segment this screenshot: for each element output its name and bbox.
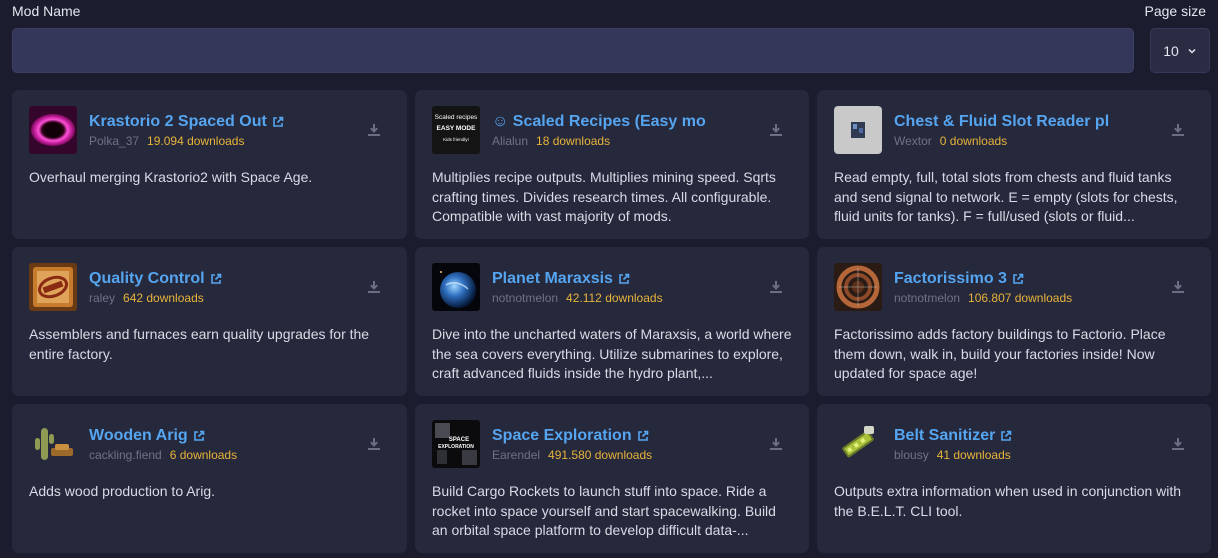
mod-title-link[interactable]: Chest & Fluid Slot Reader pl — [894, 113, 1109, 131]
external-link-icon — [637, 430, 648, 441]
mod-author[interactable]: Polka_37 — [89, 134, 139, 148]
mod-description: Outputs extra information when used in c… — [834, 483, 1182, 519]
planet-icon — [432, 263, 480, 311]
factorissimo-icon — [834, 263, 882, 311]
mod-name-label: Mod Name — [12, 3, 81, 19]
download-icon — [368, 438, 380, 450]
mod-author[interactable]: Earendel — [492, 448, 540, 462]
mod-title-link[interactable]: ☺ Scaled Recipes (Easy mo — [492, 113, 706, 131]
mod-title-link[interactable]: Quality Control — [89, 270, 222, 288]
mod-title-link[interactable]: Space Exploration — [492, 427, 649, 445]
mod-author[interactable]: raley — [89, 291, 115, 305]
form-labels: Mod Name Page size — [12, 3, 1206, 21]
external-link-icon — [1001, 430, 1012, 441]
external-link-icon — [619, 273, 630, 284]
download-icon — [1172, 438, 1184, 450]
download-button[interactable] — [366, 122, 382, 138]
chevron-down-icon — [1188, 48, 1196, 54]
download-icon — [770, 124, 782, 136]
mod-card: Quality Control raley 642 downloads Assem… — [12, 247, 407, 396]
mod-author[interactable]: notnotmelon — [492, 291, 558, 305]
mod-description: Overhaul merging Krastorio2 with Space A… — [29, 169, 313, 185]
mod-description: Assemblers and furnaces earn quality upg… — [29, 326, 370, 362]
mod-author[interactable]: blousy — [894, 448, 929, 462]
page-size-select[interactable]: 10 — [1150, 28, 1210, 73]
mod-description: Factorissimo adds factory buildings to F… — [834, 326, 1166, 381]
mod-card: Wooden Arig cackling.fiend 6 downloads Ad… — [12, 404, 407, 553]
page-size-value: 10 — [1163, 42, 1179, 59]
mod-downloads: 491.580 downloads — [548, 448, 653, 462]
mod-description: Multiplies recipe outputs. Multiplies mi… — [432, 169, 776, 224]
svg-text:Scaled recipes: Scaled recipes — [435, 114, 478, 121]
mod-name-input[interactable] — [12, 28, 1134, 73]
download-icon — [368, 281, 380, 293]
external-link-icon — [193, 430, 204, 441]
mod-downloads: 106.807 downloads — [968, 291, 1073, 305]
mod-description: Dive into the uncharted waters of Maraxs… — [432, 326, 792, 381]
download-button[interactable] — [1170, 122, 1186, 138]
svg-text:EXPLORATION: EXPLORATION — [438, 444, 474, 450]
mod-downloads: 0 downloads — [939, 134, 1008, 148]
page-size-label: Page size — [1144, 3, 1206, 19]
chest-reader-icon — [834, 106, 882, 154]
external-link-icon — [1013, 273, 1024, 284]
mod-card: Chest & Fluid Slot Reader pl Wextor 0 dow… — [817, 90, 1211, 239]
mod-author[interactable]: cackling.fiend — [89, 448, 162, 462]
quality-control-icon — [29, 263, 77, 311]
mod-card: Belt Sanitizer blousy 41 downloads Output… — [817, 404, 1211, 553]
krastorio-icon — [29, 106, 77, 154]
mod-description: Adds wood production to Arig. — [29, 483, 216, 499]
mod-card: Factorissimo 3 notnotmelon 106.807 downlo… — [817, 247, 1211, 396]
mod-downloads: 41 downloads — [936, 448, 1011, 462]
mod-title-link[interactable]: Krastorio 2 Spaced Out — [89, 113, 284, 131]
mod-title-link[interactable]: Planet Maraxsis — [492, 270, 630, 288]
svg-text:SPACE: SPACE — [449, 437, 469, 443]
cactus-icon — [29, 420, 77, 468]
belt-sanitizer-icon — [834, 420, 882, 468]
mod-author[interactable]: Wextor — [894, 134, 932, 148]
scaled-recipes-icon: Scaled recipes EASY MODE Kids friendly! — [432, 106, 480, 154]
mod-title-link[interactable]: Wooden Arig — [89, 427, 205, 445]
download-button[interactable] — [768, 279, 784, 295]
mod-card: SPACE EXPLORATION Space Exploration Eare… — [415, 404, 809, 553]
download-button[interactable] — [366, 436, 382, 452]
mod-description: Build Cargo Rockets to launch stuff into… — [432, 483, 776, 538]
download-button[interactable] — [768, 122, 784, 138]
download-button[interactable] — [768, 436, 784, 452]
mod-author[interactable]: notnotmelon — [894, 291, 960, 305]
mod-title-link[interactable]: Factorissimo 3 — [894, 270, 1024, 288]
svg-text:EASY MODE: EASY MODE — [437, 125, 477, 132]
external-link-icon — [210, 273, 221, 284]
mod-downloads: 642 downloads — [123, 291, 204, 305]
mod-card: Scaled recipes EASY MODE Kids friendly! … — [415, 90, 809, 239]
mod-downloads: 42.112 downloads — [566, 291, 663, 305]
external-link-icon — [273, 116, 284, 127]
mod-title-link[interactable]: Belt Sanitizer — [894, 427, 1012, 445]
download-icon — [368, 124, 380, 136]
mod-author[interactable]: Alialun — [492, 134, 528, 148]
download-button[interactable] — [1170, 436, 1186, 452]
download-icon — [1172, 124, 1184, 136]
mod-card: Planet Maraxsis notnotmelon 42.112 downlo… — [415, 247, 809, 396]
mod-card: Krastorio 2 Spaced Out Polka_37 19.094 do… — [12, 90, 407, 239]
download-icon — [770, 438, 782, 450]
mod-downloads: 6 downloads — [169, 448, 238, 462]
download-button[interactable] — [1170, 279, 1186, 295]
space-exploration-icon: SPACE EXPLORATION — [432, 420, 480, 468]
mod-downloads: 19.094 downloads — [147, 134, 245, 148]
svg-text:Kids friendly!: Kids friendly! — [443, 137, 469, 142]
download-button[interactable] — [366, 279, 382, 295]
download-icon — [770, 281, 782, 293]
mod-description: Read empty, full, total slots from chest… — [834, 169, 1178, 224]
mod-downloads: 18 downloads — [536, 134, 611, 148]
mod-grid: Krastorio 2 Spaced Out Polka_37 19.094 do… — [12, 90, 1211, 553]
download-icon — [1172, 281, 1184, 293]
